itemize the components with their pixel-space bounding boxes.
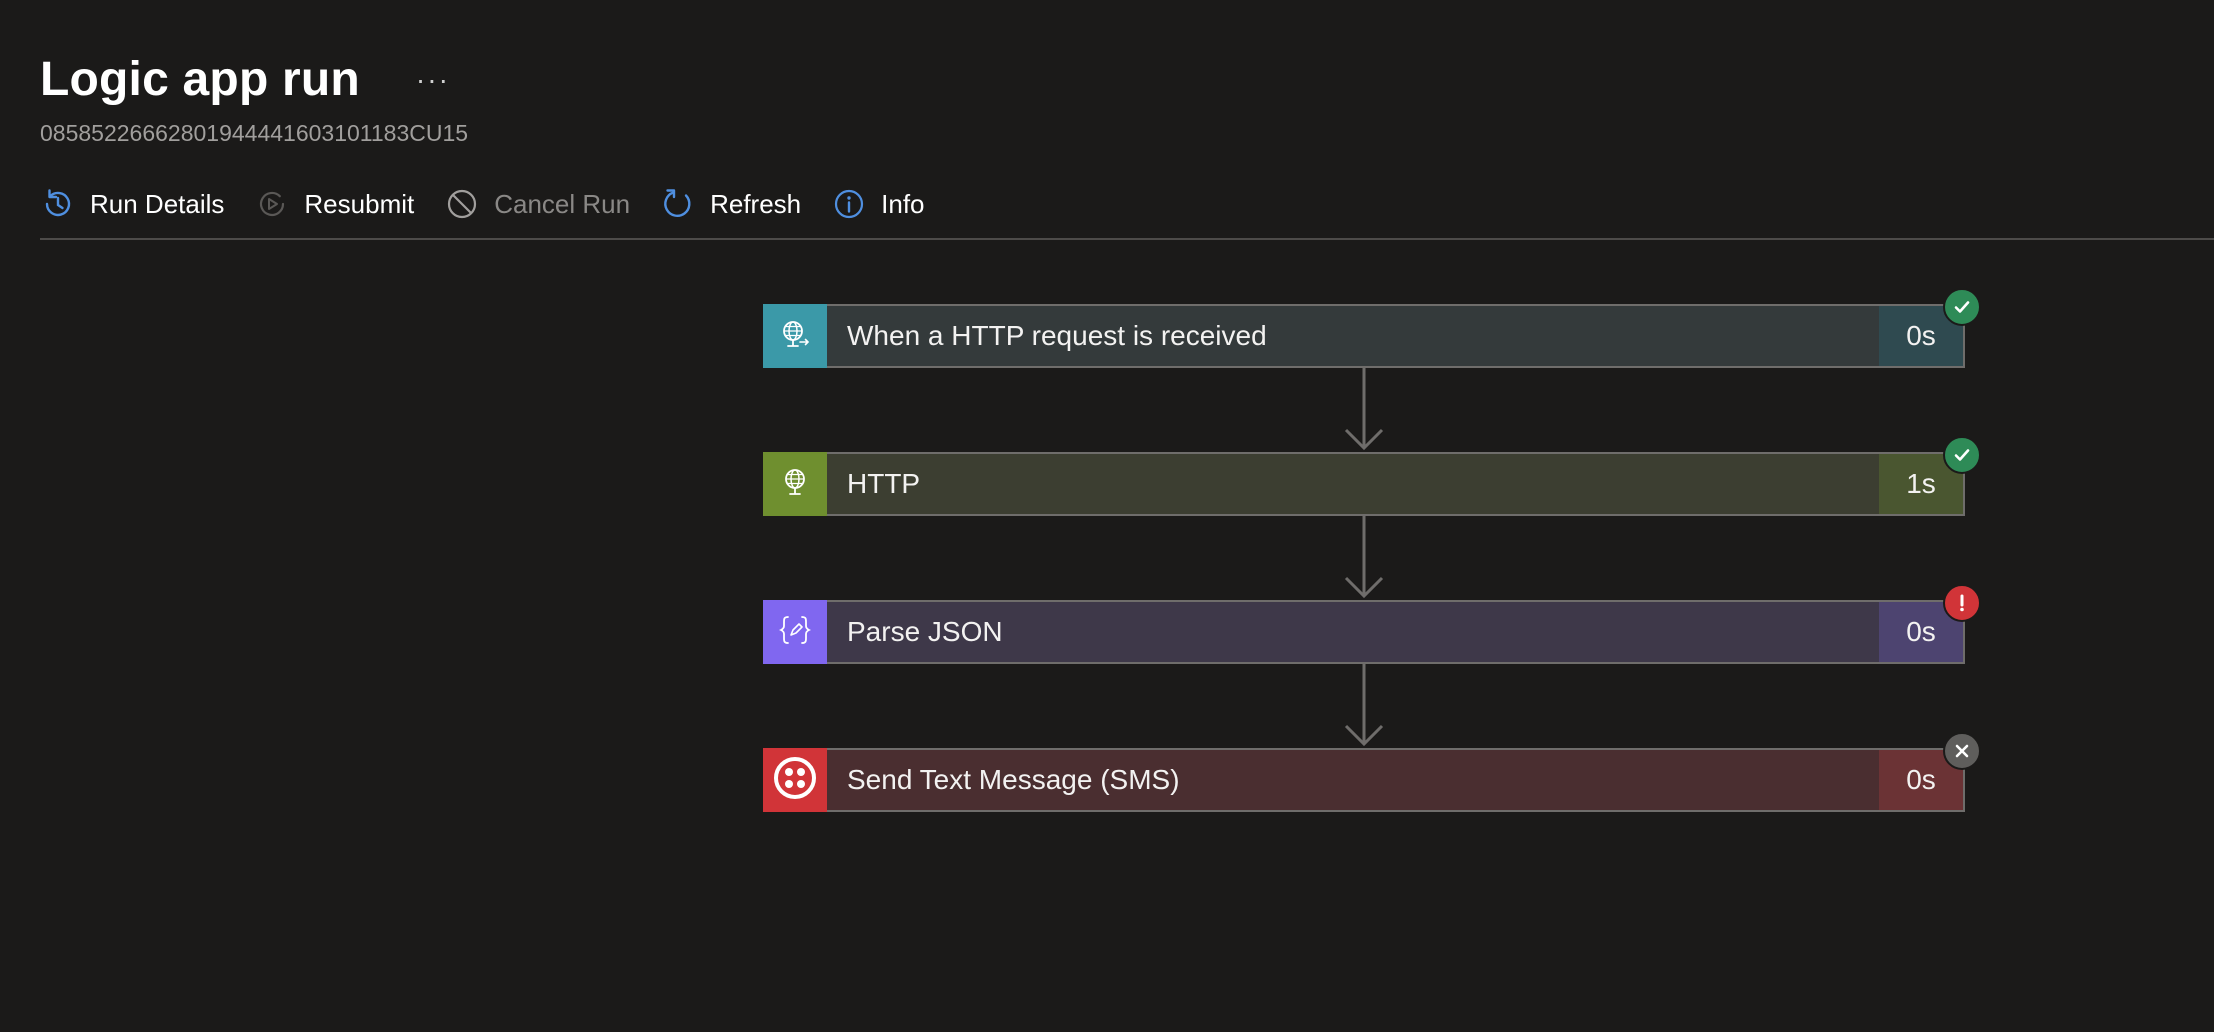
run-details-label: Run Details — [90, 188, 225, 219]
flow-connector-arrow — [763, 516, 1965, 600]
title-row: Logic app run ··· — [40, 52, 456, 107]
step-label: Parse JSON — [847, 616, 1003, 647]
refresh-button[interactable]: Refresh — [660, 186, 801, 222]
run-details-button[interactable]: Run Details — [40, 186, 224, 222]
step-icon-box — [763, 748, 827, 812]
flow-connector-arrow — [763, 664, 1965, 748]
step-label: Send Text Message (SMS) — [847, 764, 1180, 795]
resubmit-icon — [254, 186, 290, 222]
step-icon-box — [763, 304, 827, 368]
json-braces-icon — [778, 613, 812, 652]
step-label: When a HTTP request is received — [847, 320, 1267, 351]
refresh-label: Refresh — [710, 188, 802, 219]
toolbar-divider — [40, 238, 2214, 240]
cancel-run-label: Cancel Run — [494, 188, 631, 219]
toolbar: Run Details Resubmit Cancel Run Refresh … — [40, 180, 955, 228]
step-card-parse-json[interactable]: Parse JSON 0s — [763, 584, 1981, 664]
info-label: Info — [881, 188, 925, 219]
skipped-status-icon — [1943, 732, 1981, 770]
resubmit-label: Resubmit — [304, 188, 415, 219]
resubmit-button[interactable]: Resubmit — [254, 186, 414, 222]
success-status-icon — [1943, 436, 1981, 474]
step-card-http[interactable]: HTTP 1s — [763, 436, 1981, 516]
history-icon — [40, 186, 76, 222]
workflow-canvas: When a HTTP request is received 0s HTTP … — [763, 288, 1981, 812]
page-title: Logic app run — [40, 53, 360, 106]
info-icon — [831, 186, 867, 222]
step-card-http-request-trigger[interactable]: When a HTTP request is received 0s — [763, 288, 1981, 368]
more-options-button[interactable]: ··· — [410, 62, 456, 98]
globe-icon — [779, 466, 811, 503]
info-button[interactable]: Info — [831, 186, 925, 222]
error-status-icon — [1943, 584, 1981, 622]
logic-app-run-page: Logic app run ··· 0858522666280194444160… — [0, 0, 2214, 1032]
run-id: 08585226662801944441603101183CU15 — [40, 120, 469, 146]
refresh-icon — [660, 186, 696, 222]
cancel-icon — [444, 186, 480, 222]
step-label: HTTP — [847, 468, 921, 499]
cancel-run-button[interactable]: Cancel Run — [444, 186, 630, 222]
success-status-icon — [1943, 288, 1981, 326]
step-card-send-sms[interactable]: Send Text Message (SMS) 0s — [763, 732, 1981, 812]
step-icon-box — [763, 600, 827, 664]
flow-connector-arrow — [763, 368, 1965, 452]
http-request-icon — [779, 318, 811, 355]
twilio-icon — [773, 756, 817, 805]
step-icon-box — [763, 452, 827, 516]
